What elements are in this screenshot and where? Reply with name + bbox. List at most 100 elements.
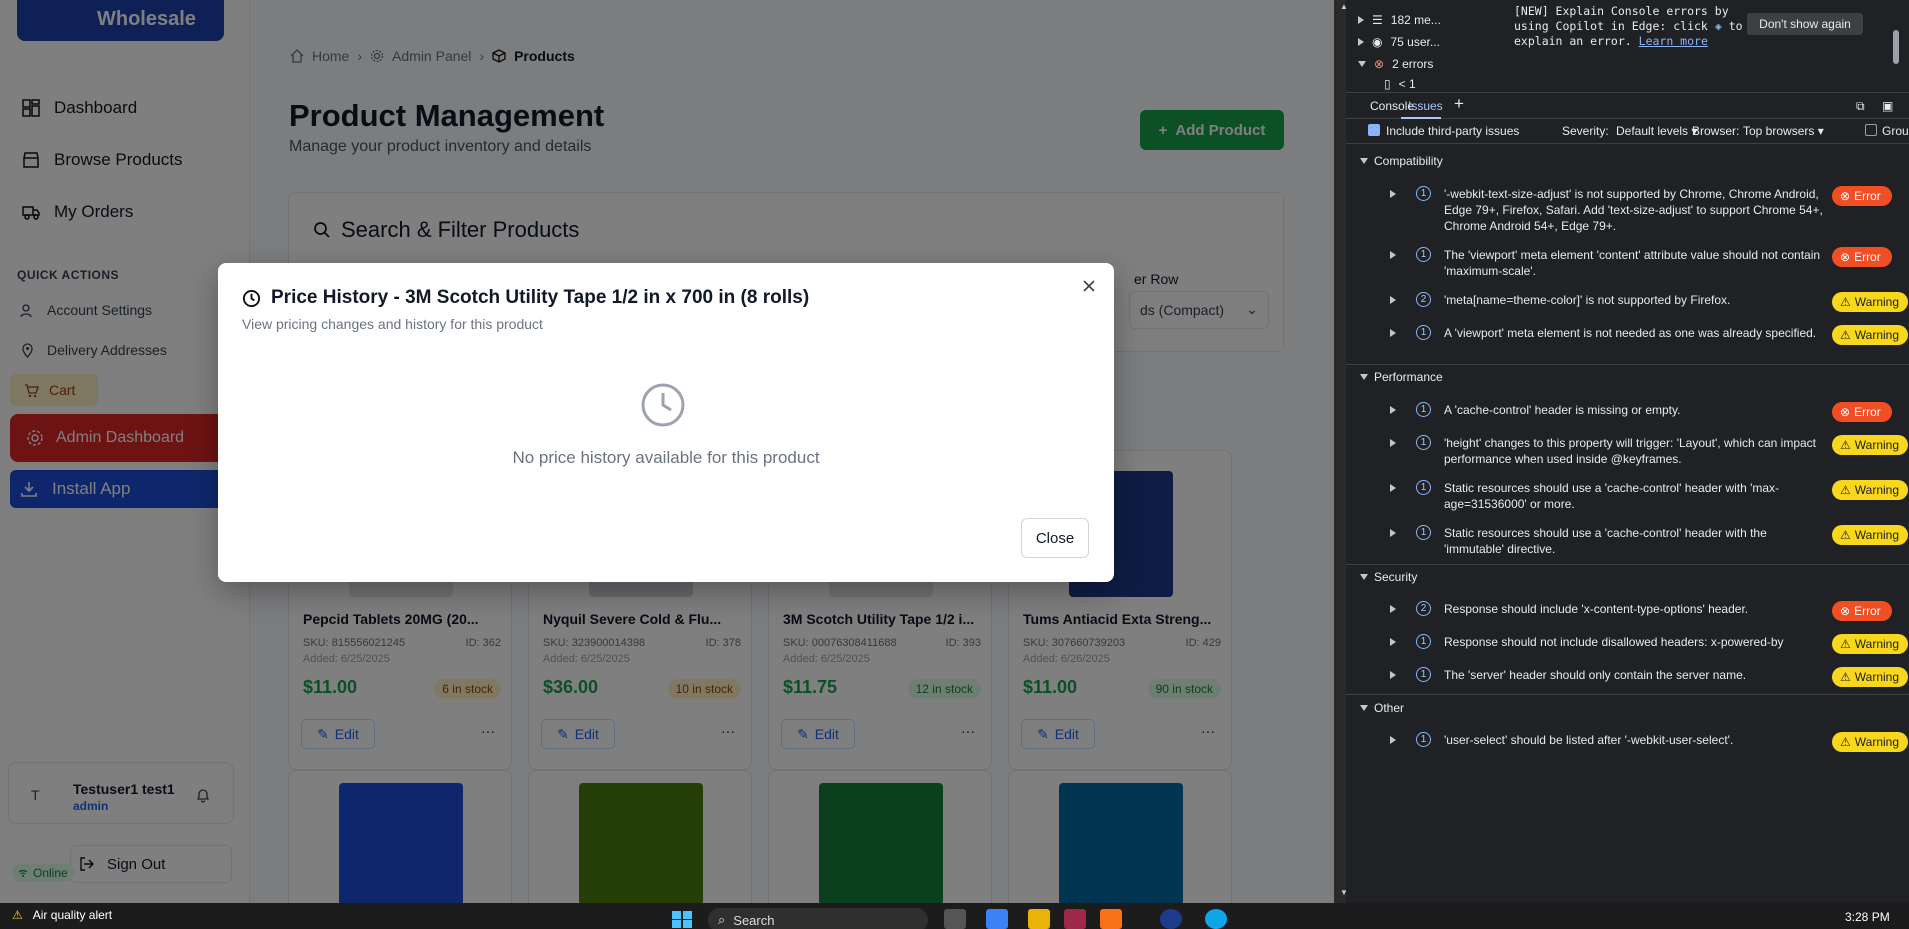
taskbar-search[interactable]: ⌕ Search [708, 908, 928, 929]
clock-icon [242, 289, 261, 307]
warning-icon: ⚠ [1840, 328, 1851, 342]
category-security[interactable]: Security [1360, 570, 1417, 584]
windows-start-icon[interactable] [671, 910, 693, 929]
issue-text: Response should not include disallowed h… [1444, 635, 1784, 649]
group-label: Grou [1882, 124, 1909, 138]
messages-tree-item[interactable]: ☰ 182 me... [1358, 13, 1441, 27]
issue-count: 1 [1416, 186, 1431, 201]
tab-issues[interactable]: Issues [1408, 99, 1443, 113]
weather-widget[interactable]: ⚠ Air quality alert [12, 908, 112, 922]
error-circle-icon: ⊗ [1374, 57, 1385, 71]
copilot-message: [NEW] Explain Console errors by using Co… [1514, 4, 1754, 49]
price-history-dialog: Price History - 3M Scotch Utility Tape 1… [218, 263, 1114, 582]
search-icon: ⌕ [718, 912, 726, 927]
errors-tree-item[interactable]: ⊗ 2 errors [1358, 57, 1433, 71]
issue-count: 2 [1416, 601, 1431, 616]
third-party-label: Include third-party issues [1386, 124, 1520, 138]
badge-label: Error [1854, 604, 1881, 618]
user-circle-icon: ◉ [1372, 35, 1383, 49]
error-badge: ⊗ Error [1832, 247, 1892, 267]
category-compatibility[interactable]: Compatibility [1360, 154, 1443, 168]
badge-label: Warning [1854, 328, 1900, 342]
category-performance[interactable]: Performance [1360, 370, 1443, 384]
badge-label: Warning [1854, 438, 1900, 452]
teams-icon[interactable] [1064, 909, 1086, 929]
badge-label: Error [1854, 405, 1881, 419]
learn-more-link[interactable]: Learn more [1639, 34, 1708, 48]
expand-arrow-icon [1390, 439, 1396, 447]
warning-badge: ⚠ Warning [1832, 480, 1908, 500]
badge-label: Warning [1854, 483, 1900, 497]
collapse-arrow-icon [1360, 374, 1368, 380]
issue-text: The 'viewport' meta element 'content' at… [1444, 248, 1821, 278]
severity-dropdown[interactable]: Default levels ▾ [1616, 124, 1697, 138]
category-other[interactable]: Other [1360, 701, 1404, 715]
clock-icon [641, 383, 685, 427]
file-explorer-icon[interactable] [1028, 909, 1050, 929]
taskbar: ⚠ Air quality alert ⌕ Search 3:28 PM [0, 903, 1909, 929]
firefox-icon[interactable] [1100, 909, 1122, 929]
layout-icon[interactable]: ▣ [1882, 99, 1893, 113]
page-scrollbar[interactable] [1334, 0, 1346, 903]
issue-count: 2 [1416, 292, 1431, 307]
drawer-tabs: Console Issues + ⧉ ▣ [1346, 93, 1909, 119]
badge-label: Error [1854, 189, 1881, 203]
error-file-tree-item[interactable]: ▯ < 1 [1384, 77, 1416, 91]
issue-count: 1 [1416, 325, 1431, 340]
search-placeholder: Search [733, 912, 775, 928]
issue-count: 1 [1416, 525, 1431, 540]
edge-icon[interactable] [1205, 909, 1227, 929]
expand-arrow-icon [1390, 251, 1396, 259]
issue-count: 1 [1416, 634, 1431, 649]
issue-count: 1 [1416, 480, 1431, 495]
task-view-icon[interactable] [944, 909, 966, 929]
add-tab-icon[interactable]: + [1454, 94, 1464, 114]
clock-time[interactable]: 3:28 PM [1845, 910, 1890, 924]
issue-text: A 'viewport' meta element is not needed … [1444, 326, 1817, 340]
badge-label: Warning [1854, 735, 1900, 749]
web-app: Wholesale Dashboard Browse Products My O… [0, 0, 1346, 903]
issue-count: 1 [1416, 435, 1431, 450]
dont-show-again-button[interactable]: Don't show again [1747, 13, 1863, 35]
error-icon: ⊗ [1840, 604, 1851, 618]
category-label: Security [1374, 570, 1418, 584]
expand-arrow-icon [1390, 296, 1396, 304]
error-icon: ⊗ [1840, 405, 1851, 419]
file-icon: ▯ [1384, 77, 1391, 91]
tree-label: 182 me... [1390, 13, 1441, 27]
collapse-arrow-icon [1360, 574, 1368, 580]
app-icon[interactable] [1160, 909, 1182, 929]
list-icon: ☰ [1372, 13, 1383, 27]
browser-dropdown[interactable]: Top browsers ▾ [1743, 124, 1824, 138]
devtools-panel: ☰ 182 me... ◉ 75 user... ⊗ 2 errors ▯ < … [1346, 0, 1909, 903]
expand-arrow-icon [1390, 190, 1396, 198]
category-label: Compatibility [1374, 154, 1443, 168]
tree-label: 2 errors [1392, 57, 1434, 71]
badge-label: Warning [1854, 670, 1900, 684]
issue-text: Static resources should use a 'cache-con… [1444, 526, 1767, 556]
copilot-icon[interactable] [986, 909, 1008, 929]
issue-text: Response should include 'x-content-type-… [1444, 602, 1749, 616]
issue-count: 1 [1416, 732, 1431, 747]
warning-icon: ⚠ [12, 908, 23, 922]
third-party-checkbox[interactable] [1368, 124, 1380, 136]
badge-label: Warning [1854, 528, 1900, 542]
collapse-arrow-icon [1360, 158, 1368, 164]
issue-count: 1 [1416, 247, 1431, 262]
issue-text: The 'server' header should only contain … [1444, 668, 1747, 682]
close-icon[interactable] [1080, 277, 1098, 295]
group-checkbox[interactable] [1865, 124, 1877, 136]
severity-value: Default levels [1616, 124, 1689, 138]
issue-text: 'height' changes to this property will t… [1444, 436, 1817, 466]
collapse-arrow-icon [1358, 61, 1366, 67]
badge-label: Warning [1854, 637, 1900, 651]
issue-text: A 'cache-control' header is missing or e… [1444, 403, 1681, 417]
dock-icon[interactable]: ⧉ [1856, 99, 1865, 114]
collapse-arrow-icon [1360, 705, 1368, 711]
error-icon: ⊗ [1840, 250, 1851, 264]
error-badge: ⊗ Error [1832, 186, 1892, 206]
warning-icon: ⚠ [1840, 637, 1851, 651]
user-messages-tree-item[interactable]: ◉ 75 user... [1358, 35, 1440, 49]
close-button[interactable]: Close [1021, 518, 1089, 558]
console-scrollbar[interactable] [1890, 0, 1903, 90]
